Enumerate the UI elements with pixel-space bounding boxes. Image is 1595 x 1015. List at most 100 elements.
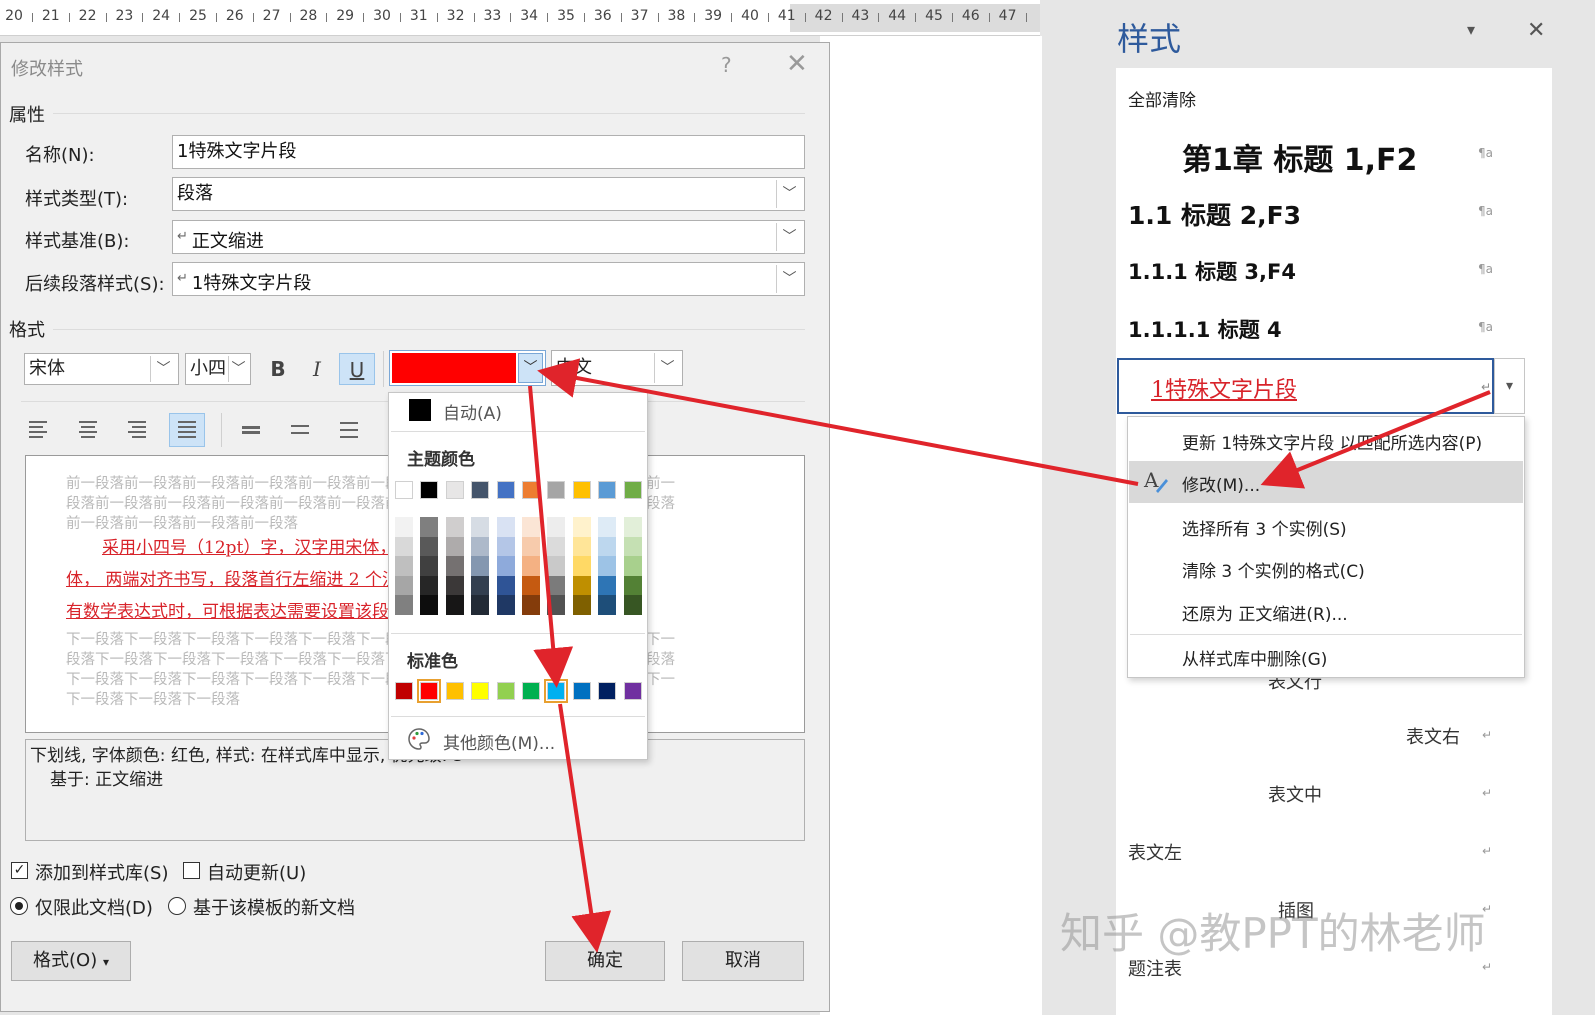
theme-shade-swatch[interactable]	[522, 536, 540, 557]
theme-shade-swatch[interactable]	[471, 595, 490, 615]
theme-color-swatch[interactable]	[623, 481, 642, 499]
standard-color-swatch[interactable]	[496, 682, 515, 700]
style-heading-1[interactable]: 第1章 标题 1,F2	[1182, 135, 1417, 179]
theme-color-swatch[interactable]	[547, 481, 566, 499]
pane-close-icon[interactable]: ✕	[1527, 18, 1545, 43]
theme-color-swatch[interactable]	[496, 481, 515, 499]
close-button[interactable]: ✕	[786, 49, 808, 79]
theme-shade-swatch[interactable]	[471, 575, 490, 596]
double-spacing-icon[interactable]	[332, 413, 368, 447]
style-heading-2[interactable]: 1.1 标题 2,F3	[1128, 196, 1301, 232]
theme-color-swatch[interactable]	[395, 481, 413, 499]
theme-shade-swatch[interactable]	[395, 556, 413, 576]
theme-shade-swatch[interactable]	[445, 575, 464, 596]
theme-shade-swatch[interactable]	[496, 556, 515, 576]
chevron-down-icon[interactable]: ﹀	[654, 353, 680, 383]
standard-color-swatch[interactable]	[395, 682, 413, 700]
add-to-gallery-checkbox[interactable]: ✓	[11, 862, 28, 879]
selected-style-item[interactable]: 1特殊文字片段 ↵	[1117, 358, 1494, 414]
standard-color-swatch[interactable]	[471, 682, 490, 700]
theme-shade-swatch[interactable]	[572, 556, 591, 576]
style-type-select[interactable]: 段落 ﹀	[172, 177, 805, 211]
theme-shade-swatch[interactable]	[420, 575, 439, 596]
theme-shade-swatch[interactable]	[547, 536, 566, 557]
theme-shade-swatch[interactable]	[471, 517, 490, 537]
font-size-select[interactable]: 小四 ﹀	[185, 353, 251, 385]
theme-color-swatch[interactable]	[420, 481, 439, 499]
theme-shade-swatch[interactable]	[598, 517, 617, 537]
new-docs-radio[interactable]	[168, 897, 186, 915]
theme-shade-swatch[interactable]	[547, 595, 566, 615]
only-this-doc-radio[interactable]	[10, 897, 28, 915]
theme-shade-swatch[interactable]	[420, 517, 439, 537]
bold-button[interactable]: B	[260, 353, 296, 385]
chevron-down-icon[interactable]: ﹀	[776, 265, 802, 293]
theme-shade-swatch[interactable]	[445, 556, 464, 576]
one-half-spacing-icon[interactable]	[283, 413, 319, 447]
clear-all-style[interactable]: 全部清除	[1128, 86, 1196, 111]
style-heading-3[interactable]: 1.1.1 标题 3,F4	[1128, 256, 1296, 286]
theme-shade-swatch[interactable]	[471, 536, 490, 557]
theme-shade-swatch[interactable]	[598, 595, 617, 615]
theme-shade-swatch[interactable]	[522, 556, 540, 576]
menu-revert[interactable]: 还原为 正文缩进(R)...	[1182, 600, 1348, 625]
theme-shade-swatch[interactable]	[445, 595, 464, 615]
theme-shade-swatch[interactable]	[572, 575, 591, 596]
align-left-icon[interactable]	[21, 413, 57, 447]
theme-shade-swatch[interactable]	[623, 556, 642, 576]
chevron-down-icon[interactable]: ﹀	[150, 356, 176, 382]
theme-color-swatch[interactable]	[471, 481, 490, 499]
font-select[interactable]: 宋体 ﹀	[24, 353, 179, 385]
menu-clear-format[interactable]: 清除 3 个实例的格式(C)	[1182, 557, 1365, 582]
theme-shade-swatch[interactable]	[522, 517, 540, 537]
cancel-button[interactable]: 取消	[682, 941, 804, 981]
menu-modify[interactable]: 修改(M)...	[1182, 471, 1260, 496]
theme-shade-swatch[interactable]	[395, 595, 413, 615]
font-color-picker[interactable]: ﹀	[389, 350, 546, 386]
theme-shade-swatch[interactable]	[598, 575, 617, 596]
theme-shade-swatch[interactable]	[496, 575, 515, 596]
next-style-select[interactable]: ↵ 1特殊文字片段 ﹀	[172, 262, 805, 296]
standard-color-swatch[interactable]	[417, 679, 442, 703]
theme-shade-swatch[interactable]	[572, 595, 591, 615]
theme-color-swatch[interactable]	[598, 481, 617, 499]
name-input[interactable]: 1特殊文字片段	[172, 135, 805, 169]
format-button[interactable]: 格式(O) ▾	[11, 941, 131, 981]
standard-color-swatch[interactable]	[572, 682, 591, 700]
theme-shade-swatch[interactable]	[572, 536, 591, 557]
auto-color-swatch[interactable]	[409, 399, 431, 421]
theme-shade-swatch[interactable]	[420, 536, 439, 557]
based-on-select[interactable]: ↵ 正文缩进 ﹀	[172, 220, 805, 254]
style-table-right[interactable]: 表文右	[1406, 723, 1460, 749]
theme-shade-swatch[interactable]	[395, 536, 413, 557]
theme-shade-swatch[interactable]	[445, 517, 464, 537]
theme-shade-swatch[interactable]	[547, 575, 566, 596]
underline-button[interactable]: U	[339, 353, 375, 385]
theme-shade-swatch[interactable]	[420, 595, 439, 615]
auto-color-option[interactable]: 自动(A)	[443, 399, 502, 424]
theme-shade-swatch[interactable]	[598, 536, 617, 557]
theme-shade-swatch[interactable]	[547, 556, 566, 576]
italic-button[interactable]: I	[299, 353, 335, 385]
theme-shade-swatch[interactable]	[496, 517, 515, 537]
style-heading-4[interactable]: 1.1.1.1 标题 4	[1128, 314, 1282, 344]
theme-shade-swatch[interactable]	[598, 556, 617, 576]
script-select[interactable]: 中文 ﹀	[551, 350, 683, 386]
theme-shade-swatch[interactable]	[420, 556, 439, 576]
standard-color-swatch[interactable]	[522, 682, 540, 700]
theme-shade-swatch[interactable]	[623, 575, 642, 596]
ok-button[interactable]: 确定	[545, 941, 665, 981]
font-color-swatch[interactable]	[392, 353, 516, 383]
theme-shade-swatch[interactable]	[522, 575, 540, 596]
theme-shade-swatch[interactable]	[623, 536, 642, 557]
theme-shade-swatch[interactable]	[395, 575, 413, 596]
theme-shade-swatch[interactable]	[496, 595, 515, 615]
theme-shade-swatch[interactable]	[623, 517, 642, 537]
align-right-icon[interactable]	[120, 413, 156, 447]
theme-color-swatch[interactable]	[522, 481, 540, 499]
pane-options-icon[interactable]: ▾	[1467, 20, 1475, 39]
style-menu-button[interactable]: ▾	[1494, 358, 1525, 414]
theme-shade-swatch[interactable]	[572, 517, 591, 537]
standard-color-swatch[interactable]	[598, 682, 617, 700]
auto-update-checkbox[interactable]	[183, 862, 200, 879]
